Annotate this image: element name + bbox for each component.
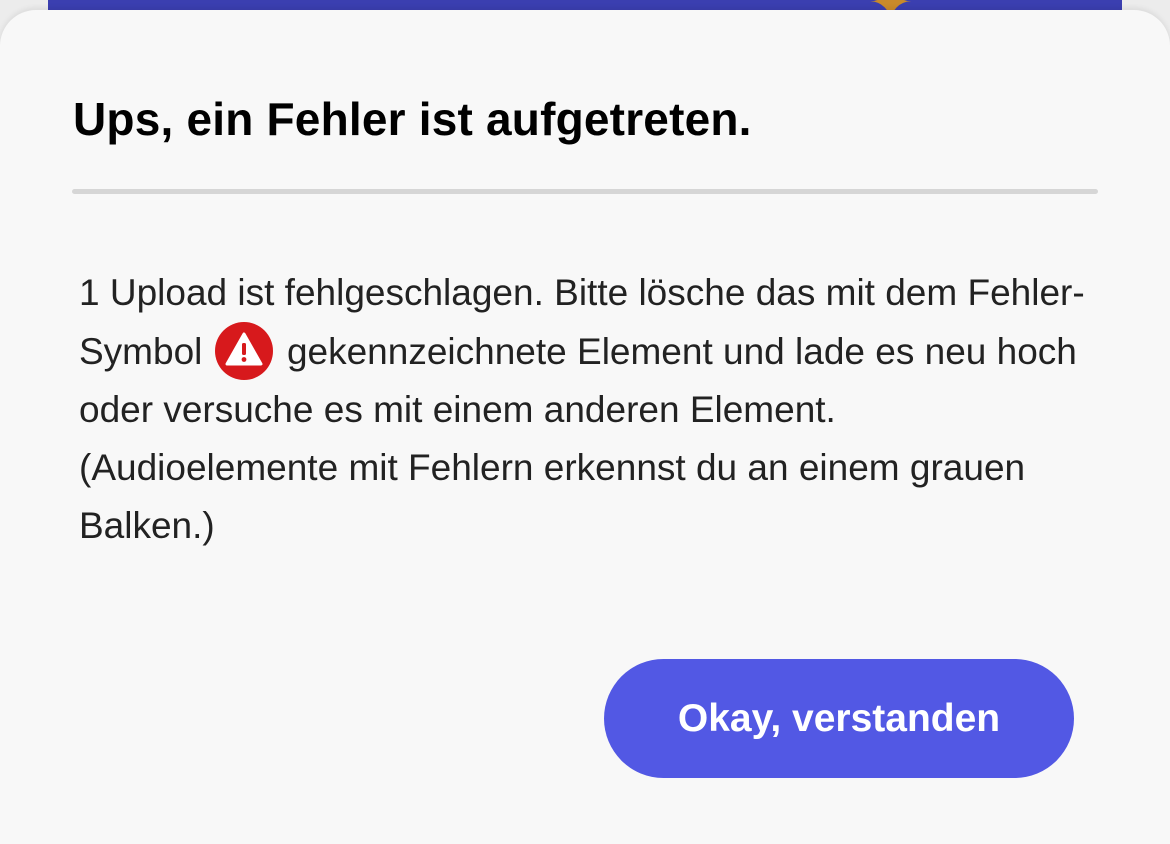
dialog-title: Ups, ein Fehler ist aufgetreten. <box>73 93 752 145</box>
background-card-text <box>128 0 688 8</box>
title-divider <box>72 189 1098 194</box>
warning-triangle-icon <box>214 322 273 380</box>
confirm-button[interactable]: Okay, verstanden <box>604 659 1074 778</box>
dialog-message: 1 Upload ist fehlgeschlagen. Bitte lösch… <box>79 264 1089 555</box>
error-dialog: Ups, ein Fehler ist aufgetreten. 1 Uploa… <box>0 10 1170 844</box>
